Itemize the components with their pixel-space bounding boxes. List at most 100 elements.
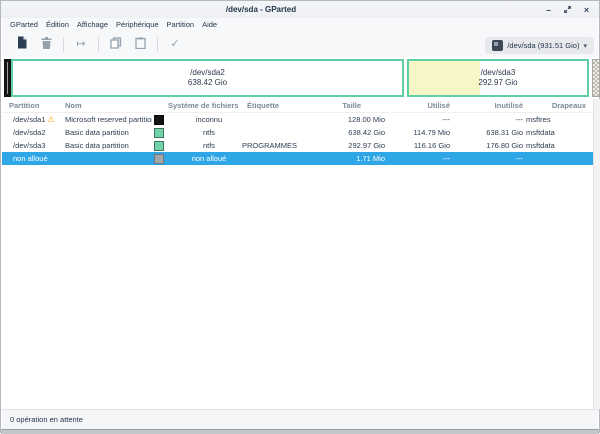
row-partition: non alloué (13, 152, 48, 165)
row-filesystem: ntfs (164, 126, 240, 139)
row-size: 128.00 Mio (304, 113, 387, 126)
diskbar-sda1[interactable] (4, 59, 11, 97)
header-partition[interactable]: Partition (2, 99, 64, 112)
row-name: Microsoft reserved partition (64, 113, 152, 126)
row-size: 292.97 Gio (304, 139, 387, 152)
close-button[interactable]: × (577, 2, 596, 17)
disk-visual-area: /dev/sda2 638.42 Gio /dev/sda3 292.97 Gi… (2, 57, 598, 99)
row-size: 638.42 Gio (304, 126, 387, 139)
status-bar: 0 opération en attente (2, 409, 598, 429)
row-used: --- (387, 113, 452, 126)
hard-drive-icon (492, 40, 503, 51)
row-unused: 176.80 Gio (452, 139, 523, 152)
diskbar-unallocated[interactable] (592, 59, 600, 97)
row-label: PROGRAMMES (240, 139, 304, 152)
toolbar-separator (98, 37, 99, 52)
trash-icon (41, 36, 52, 54)
row-filesystem: ntfs (164, 139, 240, 152)
row-used: --- (387, 152, 452, 165)
row-flags: msftres (523, 113, 593, 126)
header-drapeaux[interactable]: Drapeaux (523, 99, 593, 112)
chevron-down-icon: ▾ (583, 42, 587, 50)
resize-move-icon: ↦ (76, 39, 85, 50)
menu-affichage[interactable]: Affichage (73, 18, 112, 32)
toolbar-separator (157, 37, 158, 52)
row-partition: /dev/sda1 (13, 113, 46, 126)
new-partition-icon (16, 36, 28, 54)
check-icon: ✓ (170, 39, 179, 50)
table-row-sda3[interactable]: /dev/sda3 Basic data partition ntfs PROG… (2, 139, 593, 152)
toolbar: ↦ ✓ /dev/sda (931.51 G (2, 32, 598, 57)
title-bar[interactable]: /dev/sda - GParted – × (1, 1, 599, 18)
row-name: Basic data partition (64, 126, 152, 139)
row-name: Basic data partition (64, 139, 152, 152)
fs-color-swatch (154, 141, 164, 151)
table-scrollbar[interactable] (593, 99, 600, 409)
row-partition: /dev/sda3 (13, 139, 46, 152)
header-etiquette[interactable]: Étiquette (240, 99, 304, 112)
warning-icon: ⚠ (48, 113, 55, 126)
fs-color-swatch (154, 154, 164, 164)
row-unused: --- (452, 113, 523, 126)
menu-bar: GParted Édition Affichage Périphérique P… (2, 18, 598, 32)
copy-icon (110, 36, 122, 54)
fs-color-swatch (154, 115, 164, 125)
gparted-window: /dev/sda - GParted – × GParted Édition A… (0, 0, 600, 433)
table-row-unallocated[interactable]: non alloué non alloué 1.71 Mio --- --- (2, 152, 593, 165)
row-unused: --- (452, 152, 523, 165)
resize-move-button[interactable]: ↦ (69, 35, 93, 55)
row-unused: 638.31 Gio (452, 126, 523, 139)
device-selector-label: /dev/sda (931.51 Gio) (507, 41, 579, 50)
sda3-size: 292.97 Gio (478, 78, 517, 88)
paste-button[interactable] (128, 35, 152, 55)
window-resize-edge (1, 429, 599, 434)
sda2-name: /dev/sda2 (190, 68, 225, 78)
apply-button[interactable]: ✓ (163, 35, 187, 55)
menu-aide[interactable]: Aide (198, 18, 221, 32)
menu-partition[interactable]: Partition (163, 18, 199, 32)
table-row-sda1[interactable]: /dev/sda1 ⚠ Microsoft reserved partition… (2, 113, 593, 126)
delete-partition-button[interactable] (34, 35, 58, 55)
row-filesystem: inconnu (164, 113, 240, 126)
row-label (240, 113, 304, 126)
menu-gparted[interactable]: GParted (6, 18, 42, 32)
row-partition: /dev/sda2 (13, 126, 46, 139)
restore-button[interactable] (558, 2, 577, 17)
row-flags (523, 152, 593, 165)
device-selector[interactable]: /dev/sda (931.51 Gio) ▾ (485, 37, 594, 54)
sda3-name: /dev/sda3 (481, 68, 516, 78)
close-icon: × (584, 5, 589, 15)
header-nom[interactable]: Nom (64, 99, 152, 112)
row-label (240, 152, 304, 165)
pending-operations-text: 0 opération en attente (10, 415, 83, 424)
sda3-used-fill (409, 61, 480, 95)
new-partition-button[interactable] (10, 35, 34, 55)
header-taille[interactable]: Taille (304, 99, 387, 112)
row-name (64, 152, 152, 165)
partition-table: Partition Nom Système de fichiers Étique… (2, 99, 593, 165)
menu-edition[interactable]: Édition (42, 18, 73, 32)
menu-peripherique[interactable]: Périphérique (112, 18, 163, 32)
header-inutilise[interactable]: Inutilisé (452, 99, 523, 112)
table-row-sda2[interactable]: /dev/sda2 Basic data partition ntfs 638.… (2, 126, 593, 139)
header-systeme-fichiers[interactable]: Système de fichiers (152, 99, 240, 112)
paste-icon (135, 36, 146, 54)
sda2-size: 638.42 Gio (188, 78, 227, 88)
minimize-button[interactable]: – (539, 2, 558, 17)
restore-icon (563, 5, 572, 14)
table-header: Partition Nom Système de fichiers Étique… (2, 99, 593, 113)
toolbar-separator (63, 37, 64, 52)
header-utilise[interactable]: Utilisé (387, 99, 452, 112)
row-filesystem: non alloué (164, 152, 240, 165)
row-flags: msftdata (523, 139, 593, 152)
minimize-icon: – (546, 5, 551, 15)
row-label (240, 126, 304, 139)
copy-button[interactable] (104, 35, 128, 55)
window-controls: – × (539, 1, 596, 18)
row-used: 116.16 Gio (387, 139, 452, 152)
window-title: /dev/sda - GParted (1, 1, 521, 18)
diskbar-sda2[interactable]: /dev/sda2 638.42 Gio (11, 59, 404, 97)
fs-color-swatch (154, 128, 164, 138)
row-flags: msftdata (523, 126, 593, 139)
diskbar-sda3[interactable]: /dev/sda3 292.97 Gio (407, 59, 589, 97)
